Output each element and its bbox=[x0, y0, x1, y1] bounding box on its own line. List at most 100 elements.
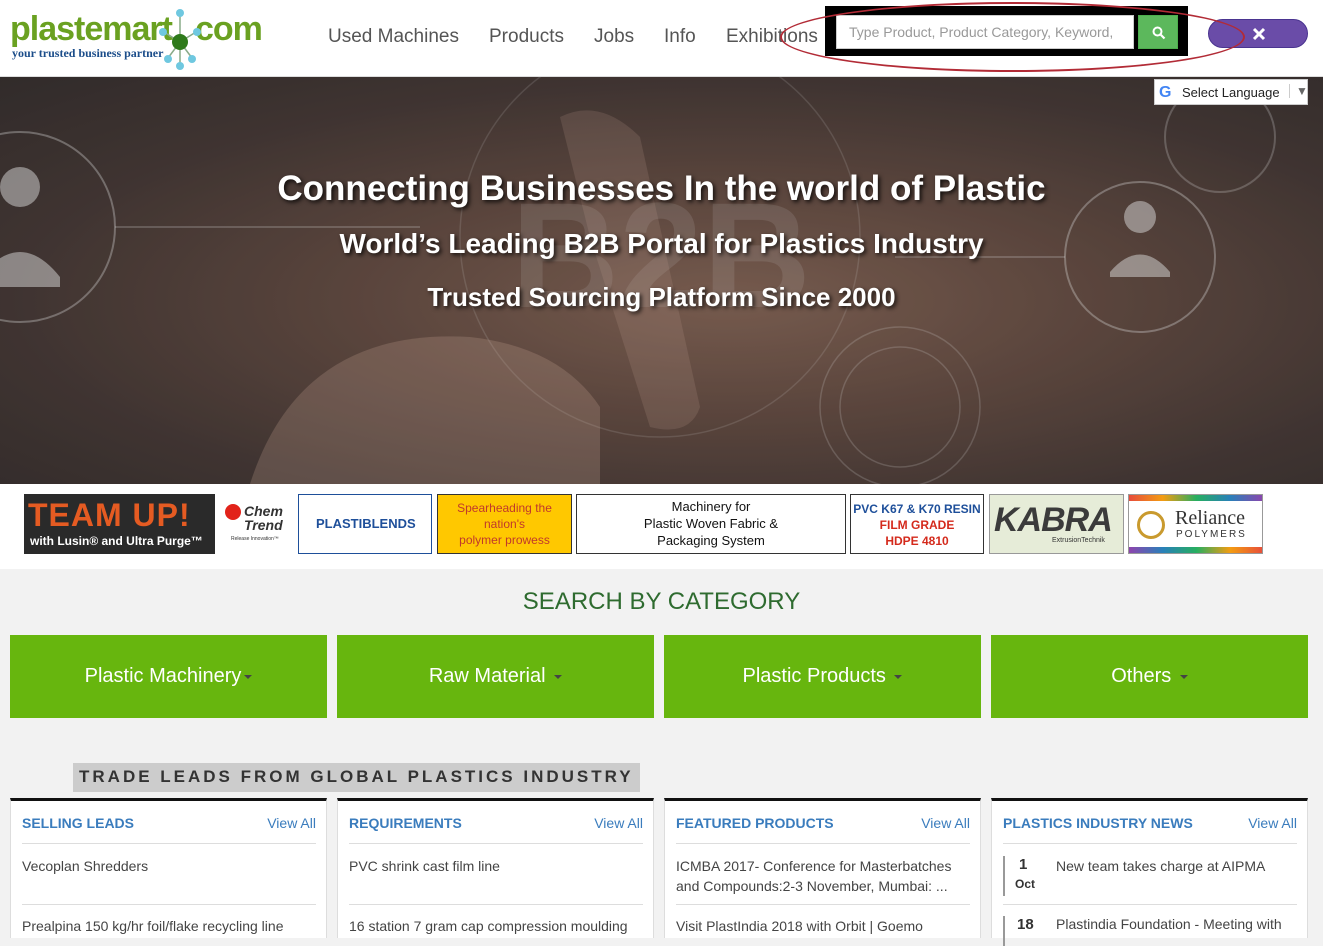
view-all-link[interactable]: View All bbox=[921, 815, 970, 831]
site-logo[interactable]: plastemart com your trusted business part… bbox=[10, 8, 263, 70]
category-title: SEARCH BY CATEGORY bbox=[522, 588, 801, 615]
divider bbox=[1003, 843, 1297, 844]
panel-title[interactable]: PLASTICS INDUSTRY NEWS bbox=[1003, 815, 1193, 831]
ad-chemtrend-name: Chem Trend bbox=[244, 503, 283, 533]
view-all-link[interactable]: View All bbox=[1248, 815, 1297, 831]
nav-products[interactable]: Products bbox=[489, 26, 564, 48]
divider bbox=[349, 904, 643, 905]
news-date: 18 bbox=[1003, 916, 1034, 946]
dropdown-arrow-icon: ▼ bbox=[1289, 84, 1308, 98]
ad-spearheading-line: nation's bbox=[484, 517, 525, 531]
ad-pvc-line: HDPE 4810 bbox=[885, 534, 949, 548]
divider bbox=[676, 904, 970, 905]
category-plastic-products[interactable]: Plastic Products bbox=[664, 635, 981, 718]
close-button[interactable] bbox=[1208, 19, 1308, 48]
news-day: 18 bbox=[1017, 916, 1034, 933]
ad-machinery-line: Plastic Woven Fabric & bbox=[643, 516, 779, 531]
language-label: Select Language bbox=[1182, 85, 1280, 100]
divider bbox=[676, 843, 970, 844]
list-item[interactable]: Prealpina 150 kg/hr foil/flake recycling… bbox=[22, 916, 312, 936]
caret-down-icon bbox=[1179, 674, 1188, 679]
category-label: Plastic Products bbox=[742, 665, 886, 687]
ad-machinery-line: Machinery for bbox=[671, 499, 751, 514]
search-input[interactable]: Type Product, Product Category, Keyword, bbox=[836, 15, 1134, 49]
hero-banner: B2B Connecting Businesses In the world o… bbox=[0, 77, 1323, 484]
panel-title[interactable]: SELLING LEADS bbox=[22, 815, 134, 831]
category-raw-material[interactable]: Raw Material bbox=[337, 635, 654, 718]
panel-title[interactable]: REQUIREMENTS bbox=[349, 815, 462, 831]
logo-brand: plastemart com bbox=[10, 10, 263, 48]
molecule-icon bbox=[159, 9, 201, 70]
ad-kabra-sub: ExtrusionTechnik bbox=[1052, 537, 1105, 544]
nav-used-machines[interactable]: Used Machines bbox=[328, 26, 459, 48]
panel-requirements: REQUIREMENTS View All PVC shrink cast fi… bbox=[337, 798, 654, 938]
ad-teamup-subtitle: with Lusin® and Ultra Purge™ bbox=[30, 534, 203, 548]
view-all-link[interactable]: View All bbox=[594, 815, 643, 831]
list-item[interactable]: 16 station 7 gram cap compression mouldi… bbox=[349, 916, 639, 936]
category-plastic-machinery[interactable]: Plastic Machinery bbox=[10, 635, 327, 718]
ad-spearheading-line: Spearheading the bbox=[457, 501, 552, 515]
ad-machinery-line: Packaging System bbox=[657, 533, 765, 548]
chemtrend-logo-icon bbox=[225, 504, 241, 520]
search-button[interactable] bbox=[1138, 15, 1178, 49]
category-label: Raw Material bbox=[428, 665, 546, 687]
ad-pvc-line: PVC K67 & K70 RESIN bbox=[853, 502, 981, 516]
news-date: 1 Oct bbox=[1003, 856, 1035, 896]
list-item[interactable]: PVC shrink cast film line bbox=[349, 856, 639, 876]
panel-featured-products: FEATURED PRODUCTS View All ICMBA 2017- C… bbox=[664, 798, 981, 938]
hero-subheadline: World’s Leading B2B Portal for Plastics … bbox=[339, 228, 984, 259]
trade-leads-title: TRADE LEADS FROM GLOBAL PLASTICS INDUSTR… bbox=[73, 763, 640, 792]
divider bbox=[349, 843, 643, 844]
ad-machinery[interactable]: Machinery for Plastic Woven Fabric & Pac… bbox=[576, 494, 846, 554]
ad-plastiblends-name: PLASTIBLENDS bbox=[316, 516, 416, 531]
ad-kabra-name: KABRA bbox=[994, 501, 1113, 539]
panel-industry-news: PLASTICS INDUSTRY NEWS View All 1 Oct Ne… bbox=[991, 798, 1308, 946]
close-icon bbox=[1252, 27, 1266, 41]
news-item[interactable]: New team takes charge at AIPMA bbox=[1056, 856, 1296, 876]
ad-chemtrend-slogan: Release Innovation™ bbox=[231, 536, 279, 542]
hero-tagline: Trusted Sourcing Platform Since 2000 bbox=[427, 282, 896, 312]
panel-selling-leads: SELLING LEADS View All Vecoplan Shredder… bbox=[10, 798, 327, 938]
view-all-link[interactable]: View All bbox=[267, 815, 316, 831]
ad-reliance-sub: POLYMERS bbox=[1176, 529, 1247, 540]
reliance-logo-icon bbox=[1137, 511, 1165, 539]
ad-spearheading-line: polymer prowess bbox=[459, 533, 550, 547]
ad-reliance-stripe bbox=[1129, 495, 1262, 501]
caret-down-icon bbox=[554, 674, 563, 679]
ad-teamup[interactable]: TEAM UP! with Lusin® and Ultra Purge™ bbox=[24, 494, 215, 554]
ad-reliance[interactable]: Reliance POLYMERS bbox=[1128, 494, 1263, 554]
search-icon bbox=[1152, 26, 1166, 40]
category-label: Plastic Machinery bbox=[84, 665, 242, 687]
sponsor-banners: TEAM UP! with Lusin® and Ultra Purge™ Ch… bbox=[0, 484, 1323, 569]
news-day: 1 bbox=[1019, 856, 1028, 873]
hero-headline: Connecting Businesses In the world of Pl… bbox=[277, 169, 1046, 208]
nav-jobs[interactable]: Jobs bbox=[594, 26, 634, 48]
ad-teamup-title: TEAM UP! bbox=[28, 497, 191, 533]
site-header: plastemart com your trusted business part… bbox=[0, 0, 1323, 77]
news-item[interactable]: Plastindia Foundation - Meeting with bbox=[1056, 916, 1296, 932]
hero-overlay bbox=[0, 77, 1323, 484]
list-item[interactable]: ICMBA 2017- Conference for Masterbatches… bbox=[676, 856, 966, 896]
ad-pvc-resin[interactable]: PVC K67 & K70 RESIN FILM GRADE HDPE 4810 bbox=[850, 494, 984, 554]
ad-reliance-stripe bbox=[1129, 547, 1262, 553]
ad-kabra[interactable]: KABRA ExtrusionTechnik bbox=[989, 494, 1124, 554]
list-item[interactable]: Vecoplan Shredders bbox=[22, 856, 312, 876]
divider bbox=[22, 843, 316, 844]
list-item[interactable]: Visit PlastIndia 2018 with Orbit | Goemo bbox=[676, 916, 966, 936]
google-icon: G bbox=[1159, 84, 1172, 101]
ad-reliance-name: Reliance bbox=[1175, 507, 1245, 529]
category-others[interactable]: Others bbox=[991, 635, 1308, 718]
language-selector[interactable]: G Select Language ▼ bbox=[1154, 79, 1308, 105]
ad-plastiblends[interactable]: PLASTIBLENDS bbox=[298, 494, 432, 554]
panel-title[interactable]: FEATURED PRODUCTS bbox=[676, 815, 834, 831]
divider bbox=[22, 904, 316, 905]
ad-pvc-line: FILM GRADE bbox=[879, 518, 955, 532]
caret-down-icon bbox=[894, 674, 903, 679]
divider bbox=[1003, 904, 1297, 905]
ad-chemtrend[interactable]: Chem Trend Release Innovation™ bbox=[222, 494, 292, 554]
logo-tagline: your trusted business partner bbox=[12, 46, 164, 60]
nav-info[interactable]: Info bbox=[664, 26, 696, 48]
ad-spearheading[interactable]: Spearheading the nation's polymer prowes… bbox=[437, 494, 572, 554]
category-label: Others bbox=[1111, 665, 1172, 687]
nav-exhibitions[interactable]: Exhibitions bbox=[726, 26, 818, 48]
